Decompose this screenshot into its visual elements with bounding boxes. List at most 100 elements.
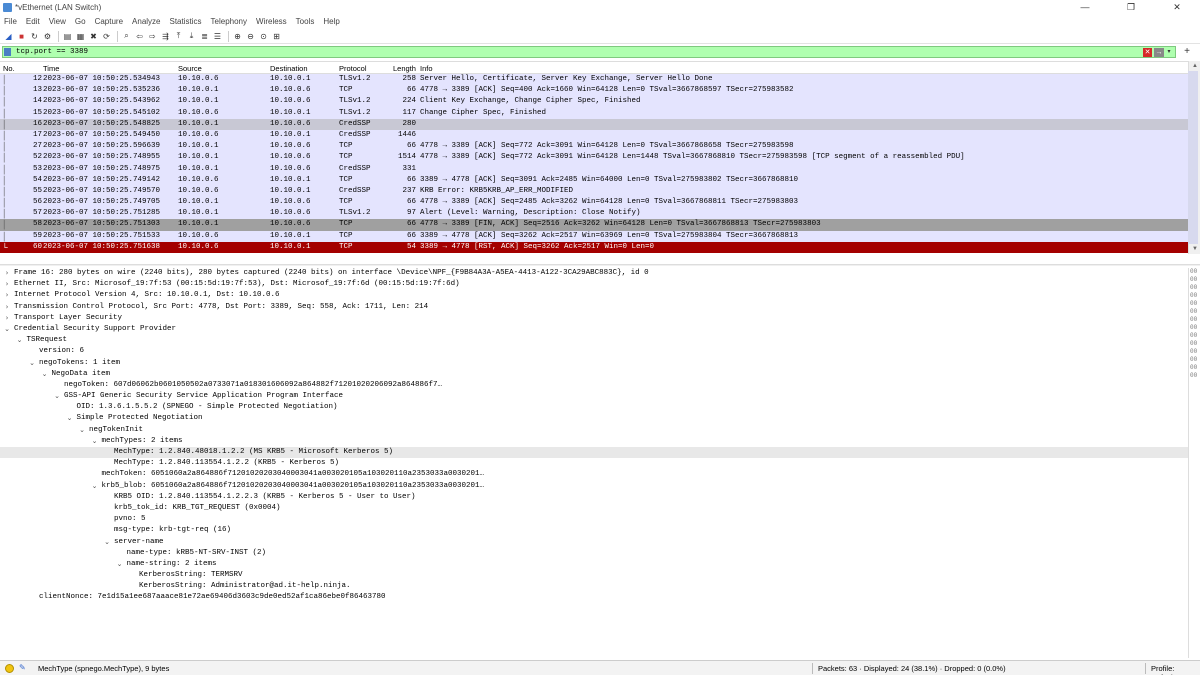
detail-tree-item[interactable]: › Transmission Control Protocol, Src Port… (0, 302, 1188, 313)
detail-tree-item[interactable]: ⌄ negTokenInit (0, 425, 1188, 436)
detail-tree-item[interactable]: ⌄ NegoData item (0, 369, 1188, 380)
close-button[interactable]: ✕ (1154, 0, 1200, 14)
chevron-down-icon[interactable]: ⌄ (41, 369, 49, 380)
detail-tree-item[interactable]: ⌄ server-name (0, 537, 1188, 548)
detail-tree-item[interactable]: ⌄ name-string: 2 items (0, 559, 1188, 570)
menu-file[interactable]: File (4, 17, 17, 26)
menu-edit[interactable]: Edit (26, 17, 40, 26)
scroll-down-icon[interactable]: ▼ (1189, 244, 1200, 254)
menu-go[interactable]: Go (75, 17, 86, 26)
chevron-down-icon[interactable]: ⌄ (91, 481, 99, 492)
menu-wireless[interactable]: Wireless (256, 17, 287, 26)
forward-icon[interactable]: ⇨ (147, 31, 158, 42)
packet-row[interactable]: │ 12 2023-06-07 10:50:25.534943 10.10.0.6 10… (0, 74, 1188, 86)
restart-icon[interactable]: ↻ (29, 31, 40, 42)
detail-tree-item[interactable]: › Ethernet II, Src: Microsof_19:7f:53 (00… (0, 279, 1188, 290)
col-header-length[interactable]: Length (393, 64, 416, 73)
detail-tree-item[interactable]: KerberosString: TERMSRV (0, 570, 1188, 581)
detail-tree-item[interactable]: › Frame 16: 280 bytes on wire (2240 bits)… (0, 268, 1188, 279)
detail-tree-item[interactable]: version: 6 (0, 346, 1188, 357)
detail-tree-item[interactable]: MechType: 1.2.840.48018.1.2.2 (MS KRB5 -… (0, 447, 1188, 459)
detail-tree-item[interactable]: ⌄ negoTokens: 1 item (0, 358, 1188, 369)
detail-tree-item[interactable]: KerberosString: Administrator@ad.it-help… (0, 581, 1188, 592)
chevron-down-icon[interactable]: ⌄ (78, 425, 86, 436)
packet-row[interactable]: └ 60 2023-06-07 10:50:25.751638 10.10.0.6 10… (0, 241, 1188, 253)
zoom-reset-icon[interactable]: ⊙ (258, 31, 269, 42)
packet-row[interactable]: │ 54 2023-06-07 10:50:25.749142 10.10.0.6 10… (0, 174, 1188, 186)
detail-tree-item[interactable]: ⌄ krb5_blob: 6051060a2a864886f71201020203… (0, 481, 1188, 492)
chevron-right-icon[interactable]: › (3, 302, 11, 313)
chevron-down-icon[interactable]: ⌄ (66, 413, 74, 424)
menu-telephony[interactable]: Telephony (211, 17, 247, 26)
col-header-destination[interactable]: Destination (270, 64, 308, 73)
chevron-down-icon[interactable]: ⌄ (16, 335, 24, 346)
packet-details-tree[interactable]: › Frame 16: 280 bytes on wire (2240 bits)… (0, 268, 1188, 658)
col-header-no[interactable]: No. (3, 64, 15, 73)
detail-tree-item[interactable]: ⌄ Credential Security Support Provider (0, 324, 1188, 335)
add-filter-button-icon[interactable]: + (1182, 45, 1192, 59)
chevron-right-icon[interactable]: › (3, 290, 11, 301)
packet-row[interactable]: │ 27 2023-06-07 10:50:25.596639 10.10.0.1 10… (0, 141, 1188, 153)
col-header-protocol[interactable]: Protocol (339, 64, 367, 73)
chevron-down-icon[interactable]: ⌄ (53, 391, 61, 402)
options-icon[interactable]: ⚙ (42, 31, 53, 42)
col-header-info[interactable]: Info (420, 64, 433, 73)
chevron-down-icon[interactable]: ⌄ (91, 436, 99, 447)
chevron-down-icon[interactable]: ⌄ (3, 324, 11, 335)
packet-bytes-pane[interactable]: 00 00 00 00 00 00 00 00 00 00 00 00 00 00 (1188, 268, 1200, 658)
detail-tree-item[interactable]: ⌄ Simple Protected Negotiation (0, 413, 1188, 424)
detail-tree-item[interactable]: › Internet Protocol Version 4, Src: 10.10… (0, 290, 1188, 301)
menu-capture[interactable]: Capture (95, 17, 123, 26)
shark-fin-icon[interactable]: ◢ (3, 31, 14, 42)
zoom-in-icon[interactable]: ⊕ (232, 31, 243, 42)
menu-tools[interactable]: Tools (296, 17, 315, 26)
menu-statistics[interactable]: Statistics (170, 17, 202, 26)
detail-tree-item[interactable]: ⌄ mechTypes: 2 items (0, 436, 1188, 447)
packet-row[interactable]: │ 52 2023-06-07 10:50:25.748955 10.10.0.1 10… (0, 152, 1188, 164)
packet-row[interactable]: │ 16 2023-06-07 10:50:25.548825 10.10.0.1 10… (0, 118, 1188, 130)
detail-tree-item[interactable]: pvno: 5 (0, 514, 1188, 525)
apply-filter-icon[interactable]: → (1154, 48, 1164, 57)
packet-row[interactable]: │ 14 2023-06-07 10:50:25.543962 10.10.0.1 10… (0, 96, 1188, 108)
detail-tree-item[interactable]: OID: 1.3.6.1.5.5.2 (SPNEGO - Simple Prot… (0, 402, 1188, 413)
chevron-down-icon[interactable]: ⌄ (28, 358, 36, 369)
find-icon[interactable]: ⌕ (121, 31, 132, 42)
zoom-out-icon[interactable]: ⊖ (245, 31, 256, 42)
capture-comment-icon[interactable]: ✎ (19, 663, 26, 672)
detail-tree-item[interactable]: krb5_tok_id: KRB_TGT_REQUEST (0x0004) (0, 503, 1188, 514)
last-icon[interactable]: ⤓ (186, 31, 197, 42)
packet-minimap[interactable] (1188, 71, 1198, 244)
clear-filter-icon[interactable]: ✕ (1143, 48, 1152, 57)
detail-tree-item[interactable]: MechType: 1.2.840.113554.1.2.2 (KRB5 - K… (0, 458, 1188, 469)
chevron-right-icon[interactable]: › (3, 268, 11, 279)
detail-tree-item[interactable]: mechToken: 6051060a2a864886f712010202030… (0, 469, 1188, 480)
chevron-right-icon[interactable]: › (3, 279, 11, 290)
detail-tree-item[interactable]: name-type: kRB5-NT-SRV-INST (2) (0, 548, 1188, 559)
detail-tree-item[interactable]: clientNonce: 7e1d15a1ee687aaace81e72ae69… (0, 592, 1188, 603)
packet-row[interactable]: │ 53 2023-06-07 10:50:25.748975 10.10.0.1 10… (0, 163, 1188, 175)
maximize-button[interactable]: ❐ (1108, 0, 1154, 14)
open-icon[interactable]: ▤ (62, 31, 73, 42)
colorize-icon[interactable]: ☰ (212, 31, 223, 42)
detail-tree-item[interactable]: › Transport Layer Security (0, 313, 1188, 324)
status-profile[interactable]: Profile: Default (1151, 664, 1200, 675)
back-icon[interactable]: ⇦ (134, 31, 145, 42)
reload-icon[interactable]: ⟳ (101, 31, 112, 42)
packet-row[interactable]: │ 57 2023-06-07 10:50:25.751285 10.10.0.1 10… (0, 208, 1188, 220)
packet-row[interactable]: │ 15 2023-06-07 10:50:25.545102 10.10.0.6 10… (0, 107, 1188, 119)
first-icon[interactable]: ⤒ (173, 31, 184, 42)
autoscroll-icon[interactable]: ≣ (199, 31, 210, 42)
packet-row[interactable]: │ 56 2023-06-07 10:50:25.749705 10.10.0.1 10… (0, 197, 1188, 209)
packet-row[interactable]: │ 17 2023-06-07 10:50:25.549450 10.10.0.6 10… (0, 129, 1188, 142)
chevron-down-icon[interactable]: ⌄ (103, 537, 111, 548)
detail-tree-item[interactable]: ⌄ TSRequest (0, 335, 1188, 346)
packet-row[interactable]: │ 58 2023-06-07 10:50:25.751303 10.10.0.1 10… (0, 219, 1188, 231)
minimize-button[interactable]: — (1062, 0, 1108, 14)
col-header-source[interactable]: Source (178, 64, 202, 73)
detail-tree-item[interactable]: ⌄ GSS-API Generic Security Service Applic… (0, 391, 1188, 402)
chevron-down-icon[interactable]: ▾ (1165, 48, 1173, 57)
chevron-right-icon[interactable]: › (3, 313, 11, 324)
goto-icon[interactable]: ⇶ (160, 31, 171, 42)
bookmark-icon[interactable] (4, 48, 11, 56)
detail-tree-item[interactable]: msg-type: krb-tgt-req (16) (0, 525, 1188, 536)
